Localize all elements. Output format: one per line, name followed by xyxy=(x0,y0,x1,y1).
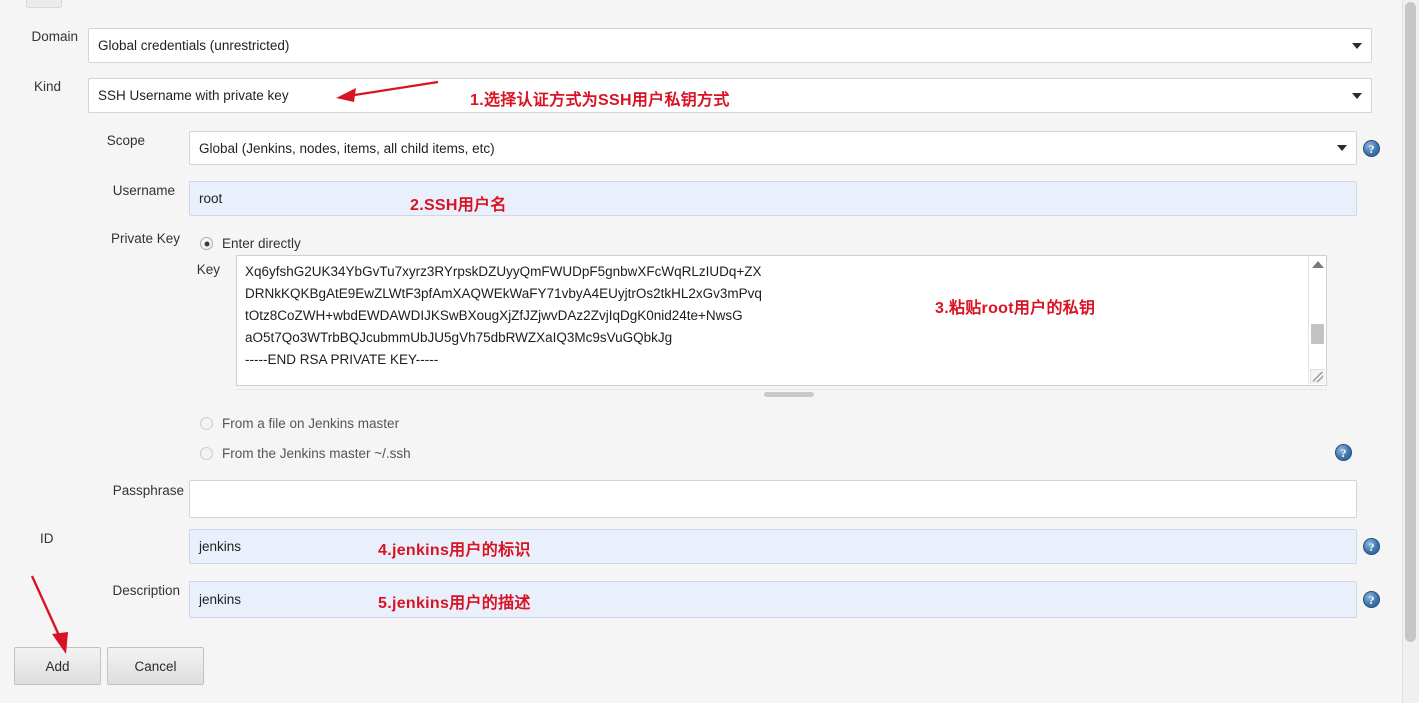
scroll-up-arrow-icon[interactable] xyxy=(1311,261,1324,268)
annotation-arrow-1 xyxy=(336,80,439,102)
private-key-option-enter-directly[interactable]: Enter directly xyxy=(200,236,301,251)
radio-from-file-icon[interactable] xyxy=(200,417,213,430)
id-help-icon[interactable]: ? xyxy=(1363,538,1380,555)
chevron-down-icon xyxy=(1352,42,1362,49)
private-key-option-from-file[interactable]: From a file on Jenkins master xyxy=(200,416,399,431)
private-key-vertical-scrollbar[interactable] xyxy=(1308,256,1326,385)
username-value: root xyxy=(199,191,223,206)
passphrase-label: Passphrase xyxy=(112,483,184,498)
description-input[interactable]: jenkins xyxy=(189,581,1357,618)
chevron-down-icon xyxy=(1337,145,1347,151)
id-value: jenkins xyxy=(199,539,242,554)
kind-select-value: SSH Username with private key xyxy=(98,88,289,103)
passphrase-input[interactable] xyxy=(189,480,1357,518)
annotation-5: 5.jenkins用户的描述 xyxy=(378,595,531,612)
scope-label: Scope xyxy=(106,133,145,148)
radio-from-ssh-dir-icon[interactable] xyxy=(200,447,213,460)
scope-select-value: Global (Jenkins, nodes, items, all child… xyxy=(199,140,495,156)
private-key-option-label: From the Jenkins master ~/.ssh xyxy=(222,446,411,461)
domain-select[interactable]: Global credentials (unrestricted) xyxy=(88,28,1372,63)
annotation-2: 2.SSH用户名 xyxy=(410,197,507,214)
key-label: Key xyxy=(196,262,220,277)
private-key-option-label: Enter directly xyxy=(222,236,301,251)
private-key-text: Xq6yfshG2UK34YbGvTu7xyrz3RYrpskDZUyyQmFW… xyxy=(245,264,762,367)
annotation-1: 1.选择认证方式为SSH用户私钥方式 xyxy=(470,92,730,109)
top-control-stub xyxy=(26,0,62,8)
private-key-textarea[interactable]: Xq6yfshG2UK34YbGvTu7xyrz3RYrpskDZUyyQmFW… xyxy=(236,255,1327,386)
kind-select[interactable]: SSH Username with private key xyxy=(88,78,1372,113)
page-scrollbar-thumb[interactable] xyxy=(1405,2,1416,642)
hscrollbar-thumb[interactable] xyxy=(764,392,814,397)
id-label: ID xyxy=(40,531,54,546)
radio-enter-directly-icon[interactable] xyxy=(200,237,213,250)
scope-help-icon[interactable]: ? xyxy=(1363,140,1380,157)
private-key-option-label: From a file on Jenkins master xyxy=(222,416,400,431)
private-key-label: Private Key xyxy=(110,231,180,246)
private-key-option-from-ssh-dir[interactable]: From the Jenkins master ~/.ssh xyxy=(200,446,411,461)
username-label: Username xyxy=(112,183,175,198)
description-help-icon[interactable]: ? xyxy=(1363,591,1380,608)
description-value: jenkins xyxy=(199,592,242,607)
id-input[interactable]: jenkins xyxy=(189,529,1357,564)
annotation-arrow-add xyxy=(30,575,68,654)
scrollbar-thumb[interactable] xyxy=(1311,324,1324,344)
chevron-down-icon xyxy=(1352,92,1362,99)
annotation-4: 4.jenkins用户的标识 xyxy=(378,542,531,559)
page-scrollbar[interactable] xyxy=(1402,0,1419,703)
kind-label: Kind xyxy=(33,79,61,94)
domain-label: Domain xyxy=(31,29,78,44)
private-key-horizontal-scrollbar[interactable] xyxy=(236,389,1327,398)
credentials-form-page: Domain Global credentials (unrestricted)… xyxy=(0,0,1404,703)
textarea-resize-grip[interactable] xyxy=(1310,369,1325,384)
domain-select-value: Global credentials (unrestricted) xyxy=(98,38,290,53)
private-key-help-icon[interactable]: ? xyxy=(1335,444,1352,461)
username-input[interactable]: root xyxy=(189,181,1357,216)
annotation-3: 3.粘贴root用户的私钥 xyxy=(935,300,1096,317)
cancel-button[interactable]: Cancel xyxy=(107,647,204,685)
scope-select[interactable]: Global (Jenkins, nodes, items, all child… xyxy=(189,131,1357,165)
